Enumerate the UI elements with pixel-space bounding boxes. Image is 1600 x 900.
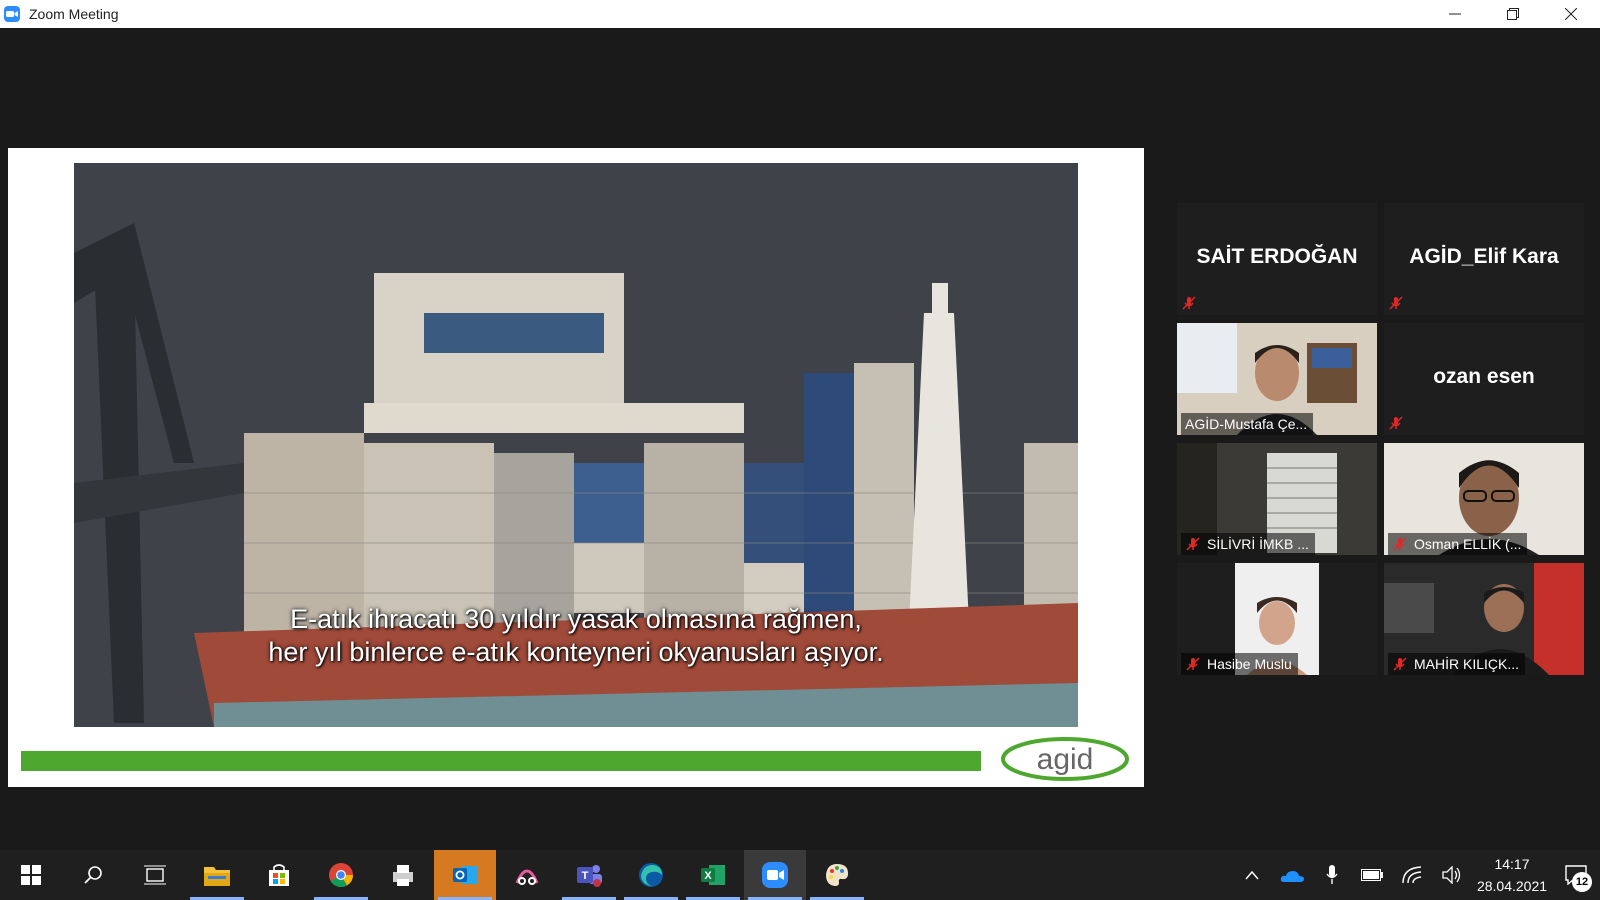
onedrive-button[interactable] [1272, 850, 1312, 900]
participant-name: SİLİVRİ İMKB ... [1207, 536, 1309, 552]
participant-tile[interactable]: SİLİVRİ İMKB ... [1177, 443, 1377, 555]
task-view-icon [144, 865, 166, 885]
shared-video: E-atık ihracatı 30 yıldır yasak olmasına… [74, 163, 1078, 727]
participant-tile[interactable]: SAİT ERDOĞAN [1177, 203, 1377, 315]
show-hidden-icons-button[interactable] [1232, 850, 1272, 900]
participant-label: MAHİR KILIÇK... [1388, 653, 1526, 675]
svg-text:X: X [704, 870, 712, 882]
microphone-icon [1326, 865, 1338, 884]
network-button[interactable] [1392, 850, 1432, 900]
participant-tile[interactable]: MAHİR KILIÇK... [1384, 563, 1584, 675]
mic-muted-icon [1182, 296, 1196, 310]
system-tray: 14:17 28.04.2021 12 [1232, 850, 1600, 900]
volume-button[interactable] [1432, 850, 1472, 900]
outlook-button[interactable] [434, 850, 496, 900]
subtitle-line-1: E-atık ihracatı 30 yıldır yasak olmasına… [290, 604, 862, 634]
task-view-button[interactable] [124, 850, 186, 900]
battery-button[interactable] [1352, 850, 1392, 900]
outlook-icon [453, 866, 477, 884]
wifi-icon [1402, 866, 1422, 884]
mic-muted-icon [1393, 657, 1407, 671]
file-explorer-icon [204, 867, 230, 886]
clock-date: 28.04.2021 [1476, 878, 1548, 894]
chrome-button[interactable] [310, 850, 372, 900]
shared-screen: E-atık ihracatı 30 yıldır yasak olmasına… [8, 148, 1144, 787]
paint-button[interactable] [806, 850, 868, 900]
taskbar-clock[interactable]: 14:17 28.04.2021 [1472, 853, 1552, 897]
zoom-app-icon [4, 6, 20, 22]
participant-name: SAİT ERDOĞAN [1196, 245, 1358, 268]
mic-muted-icon [1186, 537, 1200, 551]
participant-name: ozan esen [1433, 365, 1535, 388]
mic-muted-icon [1389, 416, 1403, 430]
mic-muted-icon [1186, 657, 1200, 671]
participant-tile[interactable]: Osman ELLİK (... [1384, 443, 1584, 555]
chevron-up-icon [1245, 870, 1259, 880]
close-button[interactable] [1542, 0, 1600, 28]
paint-icon [826, 864, 849, 886]
action-center-button[interactable]: 12 [1552, 850, 1600, 900]
window-titlebar: Zoom Meeting [0, 0, 1600, 28]
participant-tile[interactable]: Hasibe Muslu [1177, 563, 1377, 675]
window-title: Zoom Meeting [29, 6, 119, 22]
video-subtitle: E-atık ihracatı 30 yıldır yasak olmasına… [74, 603, 1078, 669]
subtitle-line-2: her yıl binlerce e-atık konteyneri okyan… [268, 637, 884, 667]
excel-button[interactable]: X [682, 850, 744, 900]
participant-label: AGİD-Mustafa Çe... [1181, 413, 1314, 435]
onedrive-icon [1280, 871, 1304, 882]
microphone-tray-button[interactable] [1312, 850, 1352, 900]
zoom-taskbar-button[interactable] [744, 850, 806, 900]
svg-text:T: T [582, 870, 589, 882]
meeting-stage: E-atık ihracatı 30 yıldır yasak olmasına… [0, 28, 1600, 850]
mic-muted-icon [1389, 296, 1403, 310]
printer-app-icon [393, 865, 413, 886]
volume-icon [1442, 866, 1461, 884]
start-icon [21, 865, 41, 885]
restore-button[interactable] [1484, 0, 1542, 28]
agid-logo-text: agid [1037, 743, 1094, 776]
windows-taskbar: T X 14:17 28.04.2021 12 [0, 850, 1600, 900]
chrome-icon [329, 863, 353, 888]
participant-tile[interactable]: AGİD_Elif Kara [1384, 203, 1584, 315]
notification-badge: 12 [1572, 872, 1592, 892]
store-icon [269, 864, 289, 886]
snip-sketch-button[interactable] [496, 850, 558, 900]
search-button[interactable] [62, 850, 124, 900]
participant-label: SİLİVRİ İMKB ... [1181, 533, 1315, 555]
teams-icon: T [577, 865, 602, 887]
search-icon [84, 866, 102, 884]
participant-name: MAHİR KILIÇK... [1414, 656, 1520, 672]
store-button[interactable] [248, 850, 310, 900]
mic-muted-icon [1393, 537, 1407, 551]
edge-icon [639, 863, 663, 887]
snip-icon [515, 869, 539, 885]
participant-tile[interactable]: ozan esen [1384, 323, 1584, 435]
participant-name: Hasibe Muslu [1207, 656, 1292, 672]
printer-app-button[interactable] [372, 850, 434, 900]
excel-icon: X [701, 865, 725, 885]
start-button[interactable] [0, 850, 62, 900]
slide-accent-bar [21, 751, 981, 771]
participant-label: Osman ELLİK (... [1388, 533, 1528, 555]
agid-logo: agid [1001, 737, 1129, 781]
participant-tile[interactable]: AGİD-Mustafa Çe... [1177, 323, 1377, 435]
teams-button[interactable]: T [558, 850, 620, 900]
clock-time: 14:17 [1494, 856, 1530, 872]
participant-name: Osman ELLİK (... [1414, 536, 1522, 552]
battery-icon [1361, 869, 1383, 881]
participant-name: AGİD_Elif Kara [1409, 245, 1559, 268]
file-explorer-button[interactable] [186, 850, 248, 900]
zoom-icon [762, 862, 788, 888]
edge-button[interactable] [620, 850, 682, 900]
minimize-button[interactable] [1426, 0, 1484, 28]
participant-label: Hasibe Muslu [1181, 653, 1298, 675]
participant-name: AGİD-Mustafa Çe... [1185, 416, 1308, 432]
